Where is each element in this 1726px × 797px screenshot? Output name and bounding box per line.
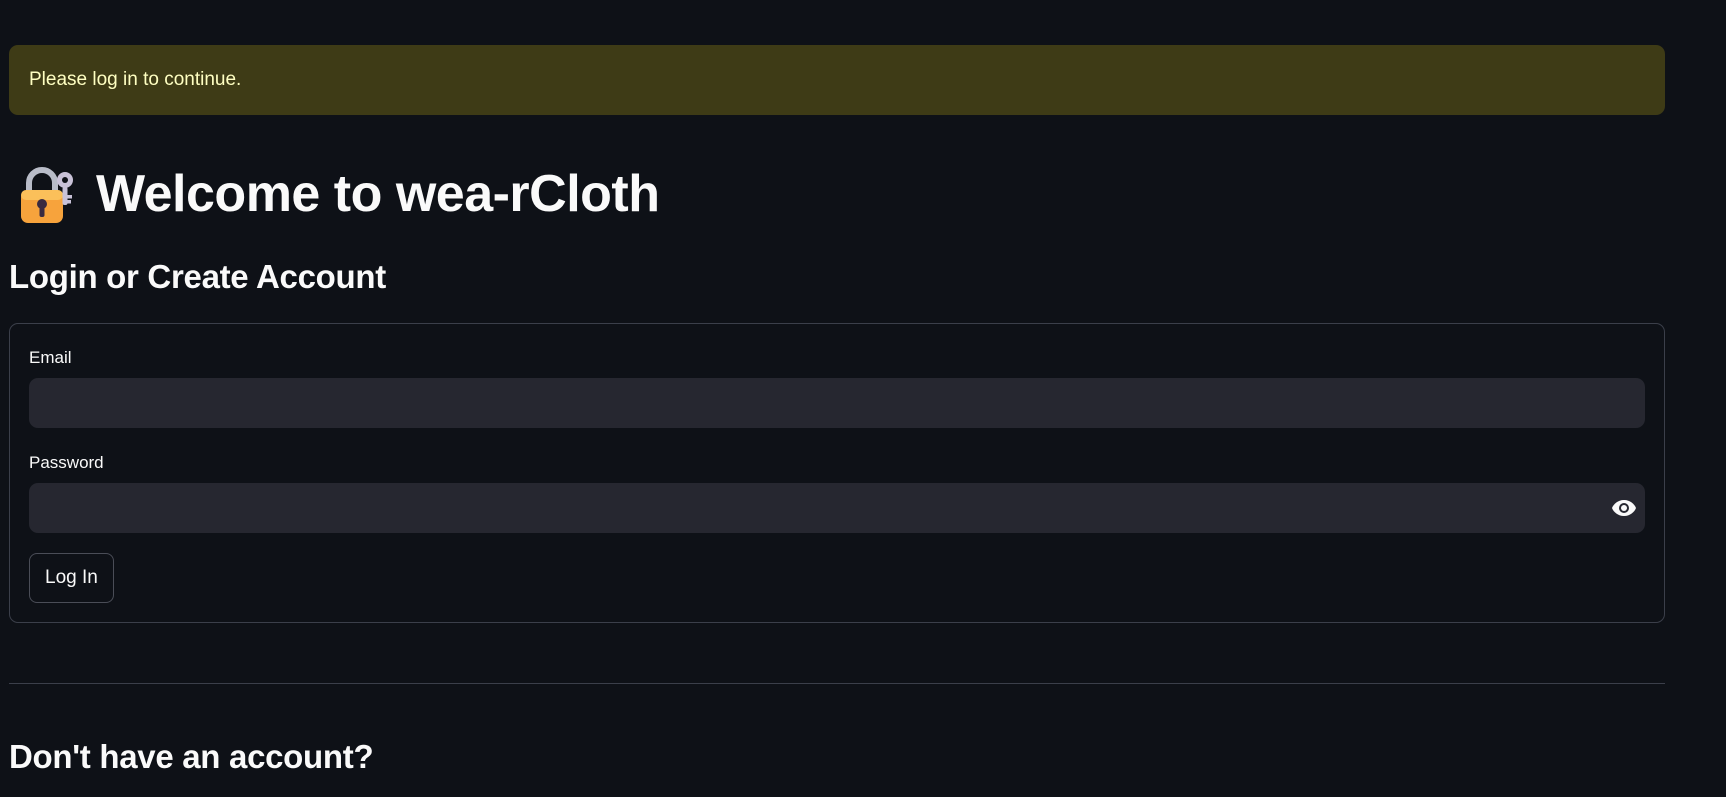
eye-icon (1612, 500, 1636, 516)
login-form: Email Password Log In (9, 323, 1665, 623)
warning-alert: Please log in to continue. (9, 45, 1665, 115)
email-label: Email (29, 348, 72, 367)
lock-with-key-icon (18, 163, 76, 225)
log-in-button[interactable]: Log In (29, 553, 114, 603)
show-password-toggle[interactable] (1602, 483, 1646, 533)
page-title: Welcome to wea-rCloth (96, 165, 660, 223)
warning-message: Please log in to continue. (29, 69, 242, 90)
signup-heading: Don't have an account? (9, 738, 374, 775)
email-field[interactable] (29, 378, 1645, 428)
title-row: Welcome to wea-rCloth (18, 158, 660, 230)
password-field[interactable] (29, 483, 1645, 533)
password-label: Password (29, 453, 104, 472)
login-page: Please log in to continue. Welcome to we… (0, 0, 1726, 797)
login-subtitle: Login or Create Account (9, 258, 386, 295)
divider (9, 683, 1665, 684)
